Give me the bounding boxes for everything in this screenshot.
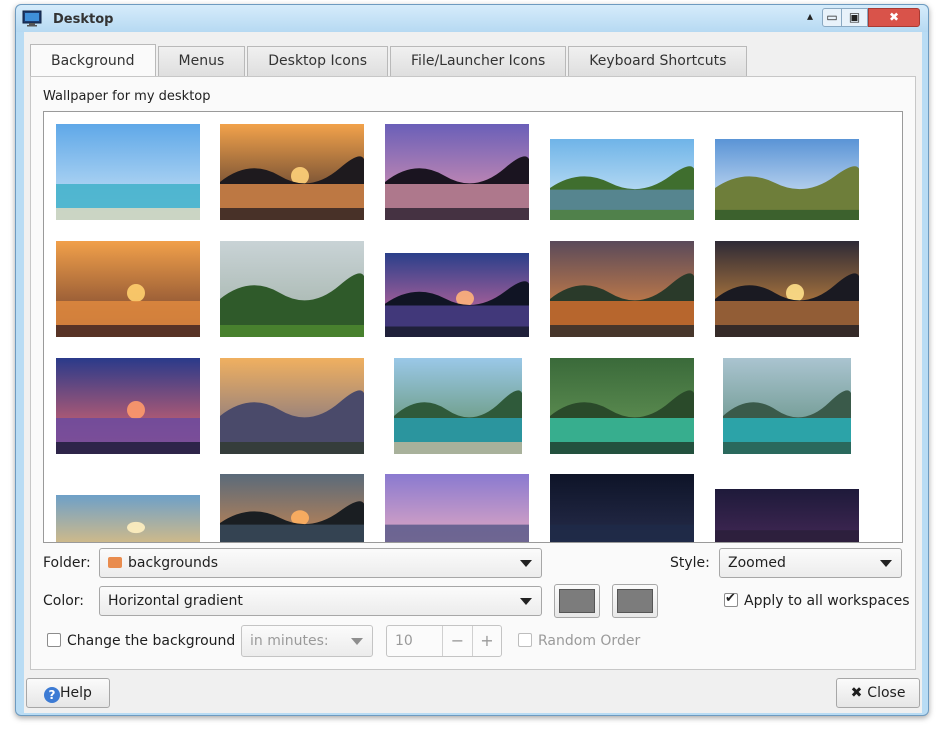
checkbox-unchecked-icon xyxy=(47,633,61,647)
wallpaper-thumbnail-rice-field-palms[interactable] xyxy=(220,241,364,337)
checkbox-unchecked-icon xyxy=(518,633,532,647)
folder-select[interactable]: backgrounds xyxy=(99,548,542,578)
tab-file-launcher-icons[interactable]: File/Launcher Icons xyxy=(390,46,567,77)
wallpaper-thumbnail-island-dusk[interactable] xyxy=(385,253,529,337)
wallpaper-thumbnail-sky-sunset-clouds[interactable] xyxy=(56,495,200,542)
chevron-down-icon xyxy=(520,560,532,567)
primary-color-button[interactable] xyxy=(554,584,600,618)
wallpaper-thumbnail-golden-sunset-bay[interactable] xyxy=(715,241,859,337)
tab-desktop-icons[interactable]: Desktop Icons xyxy=(247,46,389,77)
wallpaper-thumbnail-night-city-harbor[interactable] xyxy=(550,474,694,542)
wallpaper-thumbnail-purple-sunset-palms[interactable] xyxy=(385,124,529,220)
desktop-settings-window: Desktop ▴ ▭ ▣ ✖ Background Menus Desktop… xyxy=(15,4,929,716)
wallpaper-thumbnail-aerial-turquoise-bay[interactable] xyxy=(723,358,851,454)
apply-all-workspaces-label: Apply to all workspaces xyxy=(744,593,910,609)
random-order-label: Random Order xyxy=(538,633,641,649)
style-value: Zoomed xyxy=(728,555,786,571)
wallpaper-thumbnail-city-skyline-dusk[interactable] xyxy=(385,474,529,542)
folder-label: Folder: xyxy=(43,555,91,571)
close-icon: ✖ xyxy=(850,685,863,701)
checkbox-checked-icon xyxy=(724,591,738,607)
desktop-app-icon xyxy=(22,10,42,27)
folder-value: backgrounds xyxy=(128,555,219,571)
change-background-checkbox[interactable]: Change the background xyxy=(47,633,235,649)
color-mode-value: Horizontal gradient xyxy=(108,593,243,609)
random-order-checkbox[interactable]: Random Order xyxy=(518,633,640,649)
folder-icon xyxy=(108,557,122,568)
wallpaper-thumbnail-sunset-boat-lagoon[interactable] xyxy=(220,124,364,220)
wallpaper-thumbnail-beach-palms[interactable] xyxy=(56,124,200,220)
wallpaper-thumbnail-pink-sunset-boat[interactable] xyxy=(56,358,200,454)
primary-color-swatch xyxy=(559,589,595,613)
secondary-color-swatch xyxy=(617,589,653,613)
help-button[interactable]: ? Help xyxy=(26,678,110,708)
style-select[interactable]: Zoomed xyxy=(719,548,902,578)
window-title: Desktop xyxy=(53,12,114,27)
wallpaper-thumbnail-misty-mountains[interactable] xyxy=(220,358,364,454)
dialog-body: Background Menus Desktop Icons File/Laun… xyxy=(24,32,922,713)
help-icon: ? xyxy=(44,687,61,703)
tab-bar: Background Menus Desktop Icons File/Laun… xyxy=(30,44,749,78)
wallpaper-thumbnail-green-hills-river[interactable] xyxy=(550,139,694,220)
minimize-button[interactable]: ▭ xyxy=(822,8,842,27)
wallpaper-thumbnail-chocolate-hills[interactable] xyxy=(715,139,859,220)
background-panel: Wallpaper for my desktop Folder: backgro… xyxy=(30,76,916,670)
chevron-down-icon xyxy=(351,638,363,645)
wallpaper-thumbnail-lagoon-cliffs[interactable] xyxy=(394,358,522,454)
wallpaper-label: Wallpaper for my desktop xyxy=(43,89,211,104)
wallpaper-thumbnail-orange-sunset-clouds[interactable] xyxy=(550,241,694,337)
apply-all-workspaces-checkbox[interactable]: Apply to all workspaces xyxy=(724,591,910,609)
interval-unit-select[interactable]: in minutes: xyxy=(241,625,373,657)
color-label: Color: xyxy=(43,593,85,609)
style-label: Style: xyxy=(670,555,710,571)
close-button-label: Close xyxy=(867,685,906,701)
wallpaper-gallery[interactable] xyxy=(43,111,903,543)
change-background-label: Change the background xyxy=(67,633,236,649)
title-bar[interactable]: Desktop ▴ ▭ ▣ ✖ xyxy=(16,5,928,32)
wallpaper-thumbnail-dark-sunset-island[interactable] xyxy=(220,474,364,542)
minutes-value[interactable]: 10 xyxy=(387,626,443,656)
decrement-button[interactable]: − xyxy=(443,626,472,656)
minutes-spinner[interactable]: 10 − + xyxy=(386,625,502,657)
tab-menus[interactable]: Menus xyxy=(157,46,246,77)
shade-button[interactable]: ▴ xyxy=(802,8,818,27)
help-button-label: Help xyxy=(60,685,92,701)
window-close-button[interactable]: ✖ xyxy=(868,8,920,27)
tab-keyboard-shortcuts[interactable]: Keyboard Shortcuts xyxy=(568,46,748,77)
close-button[interactable]: ✖ Close xyxy=(836,678,920,708)
wallpaper-thumbnail-night-city-lights[interactable] xyxy=(715,489,859,542)
maximize-button[interactable]: ▣ xyxy=(842,8,868,27)
wallpaper-thumbnail-sailboats-sunset[interactable] xyxy=(56,241,200,337)
increment-button[interactable]: + xyxy=(472,626,501,656)
tab-background[interactable]: Background xyxy=(30,44,156,78)
secondary-color-button[interactable] xyxy=(612,584,658,618)
chevron-down-icon xyxy=(880,560,892,567)
color-mode-select[interactable]: Horizontal gradient xyxy=(99,586,542,616)
wallpaper-thumbnail-green-river-cave[interactable] xyxy=(550,358,694,454)
chevron-down-icon xyxy=(520,598,532,605)
interval-unit-value: in minutes: xyxy=(250,633,329,649)
